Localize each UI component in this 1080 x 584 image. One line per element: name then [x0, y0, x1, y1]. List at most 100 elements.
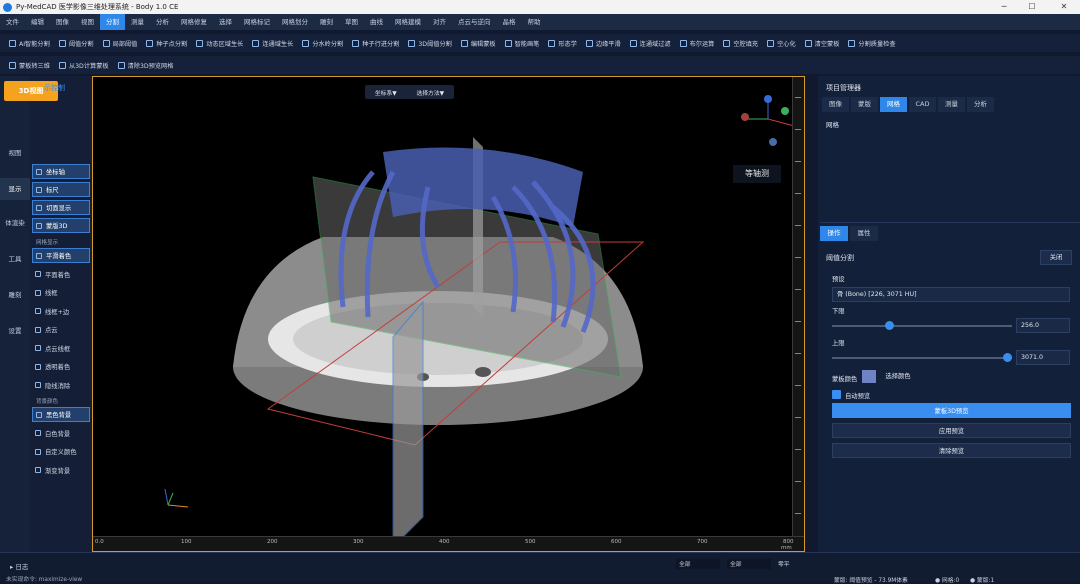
upper-slider-handle[interactable]: [1003, 353, 1012, 362]
mask-info: 蒙版: 阈值预览 - 73.9M体素: [834, 578, 908, 584]
display-option-0[interactable]: 坐标轴: [32, 164, 90, 179]
background-option-3[interactable]: 渐变背景: [32, 463, 90, 478]
3d-viewport[interactable]: 坐标系▼ 选择方法▼ 等轴测 mm 0.0 100 200 300 400 50…: [92, 76, 805, 552]
log-filter-1[interactable]: 全部: [676, 559, 720, 569]
toolbar1-button-14[interactable]: 布尔运算: [679, 39, 714, 48]
toolbar1-button-12[interactable]: 边缘平滑: [585, 39, 621, 48]
mesh-shading-6[interactable]: 透明着色: [32, 359, 90, 374]
menu-item-8[interactable]: 选择: [213, 14, 238, 30]
project-tab-4[interactable]: 测量: [938, 97, 965, 112]
ruler-mark: [795, 513, 801, 514]
menu-item-11[interactable]: 雕刻: [314, 14, 339, 30]
clear-log-button[interactable]: 零平: [778, 559, 790, 568]
auto-preview-checkbox[interactable]: [832, 390, 841, 399]
display-option-1[interactable]: 标尺: [32, 182, 90, 197]
toolbar1-button-7[interactable]: 种子行进分割: [352, 39, 399, 48]
project-tab-5[interactable]: 分析: [967, 97, 994, 112]
lower-input[interactable]: 256.0: [1016, 318, 1070, 333]
toolbar2-button-1[interactable]: 从3D计算蒙板: [58, 61, 109, 70]
isometric-view-label[interactable]: 等轴测: [733, 165, 781, 183]
project-tab-3[interactable]: CAD: [909, 97, 936, 112]
menu-item-14[interactable]: 网格建模: [389, 14, 427, 30]
toolbar1-button-0[interactable]: AI智能分割: [9, 39, 50, 48]
background-option-2-label: 自定义颜色: [45, 449, 77, 456]
upper-slider[interactable]: [832, 357, 1012, 359]
toolbar1-button-11[interactable]: 形态学: [548, 39, 577, 48]
mesh-shading-1[interactable]: 平面着色: [32, 267, 90, 282]
upper-input[interactable]: 3071.0: [1016, 350, 1070, 365]
choose-color-button[interactable]: 选择颜色: [880, 370, 916, 383]
rail-item-0[interactable]: 视图: [0, 142, 30, 164]
toolbar1-button-10[interactable]: 智能画笔: [504, 39, 539, 48]
toolbar1-button-5[interactable]: 连通域生长: [252, 39, 293, 48]
clear-preview-button[interactable]: 清除预览: [832, 443, 1071, 458]
toolbar1-button-8[interactable]: 3D阈值分割: [408, 39, 452, 48]
menu-item-2[interactable]: 图像: [50, 14, 75, 30]
rail-item-1[interactable]: 显示: [0, 178, 30, 200]
toolbar2-button-2[interactable]: 清除3D预览网格: [117, 61, 173, 70]
menu-item-9[interactable]: 网格标记: [238, 14, 276, 30]
toolbar1-button-18[interactable]: 分割质量检查: [848, 39, 896, 48]
maximize-button[interactable]: ☐: [1018, 0, 1046, 14]
menu-item-4[interactable]: 分割: [100, 14, 125, 30]
project-tab-2[interactable]: 网格: [880, 97, 907, 112]
toolbar1-button-17[interactable]: 清空蒙板: [804, 39, 839, 48]
menu-item-18[interactable]: 帮助: [522, 14, 547, 30]
mesh-shading-7[interactable]: 隐线消除: [32, 378, 90, 393]
minimize-button[interactable]: ─: [990, 0, 1018, 14]
project-tab-1[interactable]: 蒙版: [851, 97, 878, 112]
mesh-shading-6-label: 透明着色: [45, 364, 71, 371]
toolbar1-button-1[interactable]: 阈值分割: [58, 39, 94, 48]
rail-item-5[interactable]: 设置: [0, 320, 30, 342]
rail-item-2[interactable]: 体渲染: [0, 212, 30, 234]
toolbar1-button-13[interactable]: 连通域过滤: [629, 39, 671, 48]
log-toggle[interactable]: ▸ 日志: [10, 561, 28, 571]
menu-item-0[interactable]: 文件: [0, 14, 25, 30]
mask-3d-preview-button[interactable]: 蒙板3D预览: [832, 403, 1071, 418]
log-filter-2[interactable]: 全部: [727, 559, 771, 569]
menu-item-16[interactable]: 点云与逆向: [452, 14, 497, 30]
op-tab-0[interactable]: 操作: [820, 226, 848, 241]
menu-item-1[interactable]: 编辑: [25, 14, 50, 30]
menu-item-5[interactable]: 测量: [125, 14, 150, 30]
menu-item-6[interactable]: 分析: [150, 14, 175, 30]
toolbar1-button-15[interactable]: 空腔填充: [723, 39, 758, 48]
apply-preview-button[interactable]: 应用预览: [832, 423, 1071, 438]
rail-item-3[interactable]: 工具: [0, 248, 30, 270]
toolbar1-button-16[interactable]: 空心化: [767, 39, 796, 48]
background-option-1[interactable]: 白色背景: [32, 426, 90, 441]
mask-color-swatch[interactable]: [862, 370, 876, 383]
close-button[interactable]: ✕: [1050, 0, 1078, 14]
menu-item-7[interactable]: 网格修复: [175, 14, 213, 30]
lower-slider-handle[interactable]: [885, 321, 894, 330]
toolbar1-button-4[interactable]: 动态区域生长: [196, 39, 243, 48]
rail-item-4[interactable]: 雕刻: [0, 284, 30, 306]
mesh-shading-3[interactable]: 线框+边: [32, 304, 90, 319]
menu-item-3[interactable]: 视图: [75, 14, 100, 30]
close-panel-button[interactable]: 关闭: [1040, 250, 1072, 265]
toolbar1-button-6[interactable]: 分水岭分割: [302, 39, 343, 48]
preset-select[interactable]: 骨 (Bone) [226, 3071 HU]: [832, 287, 1070, 302]
mesh-shading-4[interactable]: 点云: [32, 322, 90, 337]
project-tab-0[interactable]: 图像: [822, 97, 849, 112]
toolbar2-button-0[interactable]: 蒙板转三维: [9, 61, 50, 70]
toolbar1-button-9[interactable]: 编辑蒙板: [460, 39, 496, 48]
toolbar1-button-2[interactable]: 局部阈值: [102, 39, 137, 48]
toolbar1-button-3[interactable]: 种子点分割: [146, 39, 187, 48]
background-option-0[interactable]: 黑色背景: [32, 407, 90, 422]
menu-item-17[interactable]: 晶格: [497, 14, 522, 30]
menu-item-12[interactable]: 草图: [339, 14, 364, 30]
lower-slider[interactable]: [832, 325, 1012, 327]
mesh-shading-1-label: 平面着色: [45, 271, 71, 279]
menu-item-13[interactable]: 曲线: [364, 14, 389, 30]
ruler-tick: 100: [181, 539, 192, 545]
menu-item-10[interactable]: 网格划分: [276, 14, 314, 30]
mesh-shading-2[interactable]: 线框: [32, 285, 90, 300]
display-option-3[interactable]: 蒙版3D: [32, 218, 90, 233]
mesh-shading-5[interactable]: 点云线框: [32, 341, 90, 356]
background-option-2[interactable]: 自定义颜色: [32, 444, 90, 459]
display-option-2[interactable]: 切面显示: [32, 200, 90, 215]
menu-item-15[interactable]: 对齐: [427, 14, 452, 30]
mesh-shading-0[interactable]: 平滑着色: [32, 248, 90, 263]
op-tab-1[interactable]: 属性: [850, 226, 878, 241]
